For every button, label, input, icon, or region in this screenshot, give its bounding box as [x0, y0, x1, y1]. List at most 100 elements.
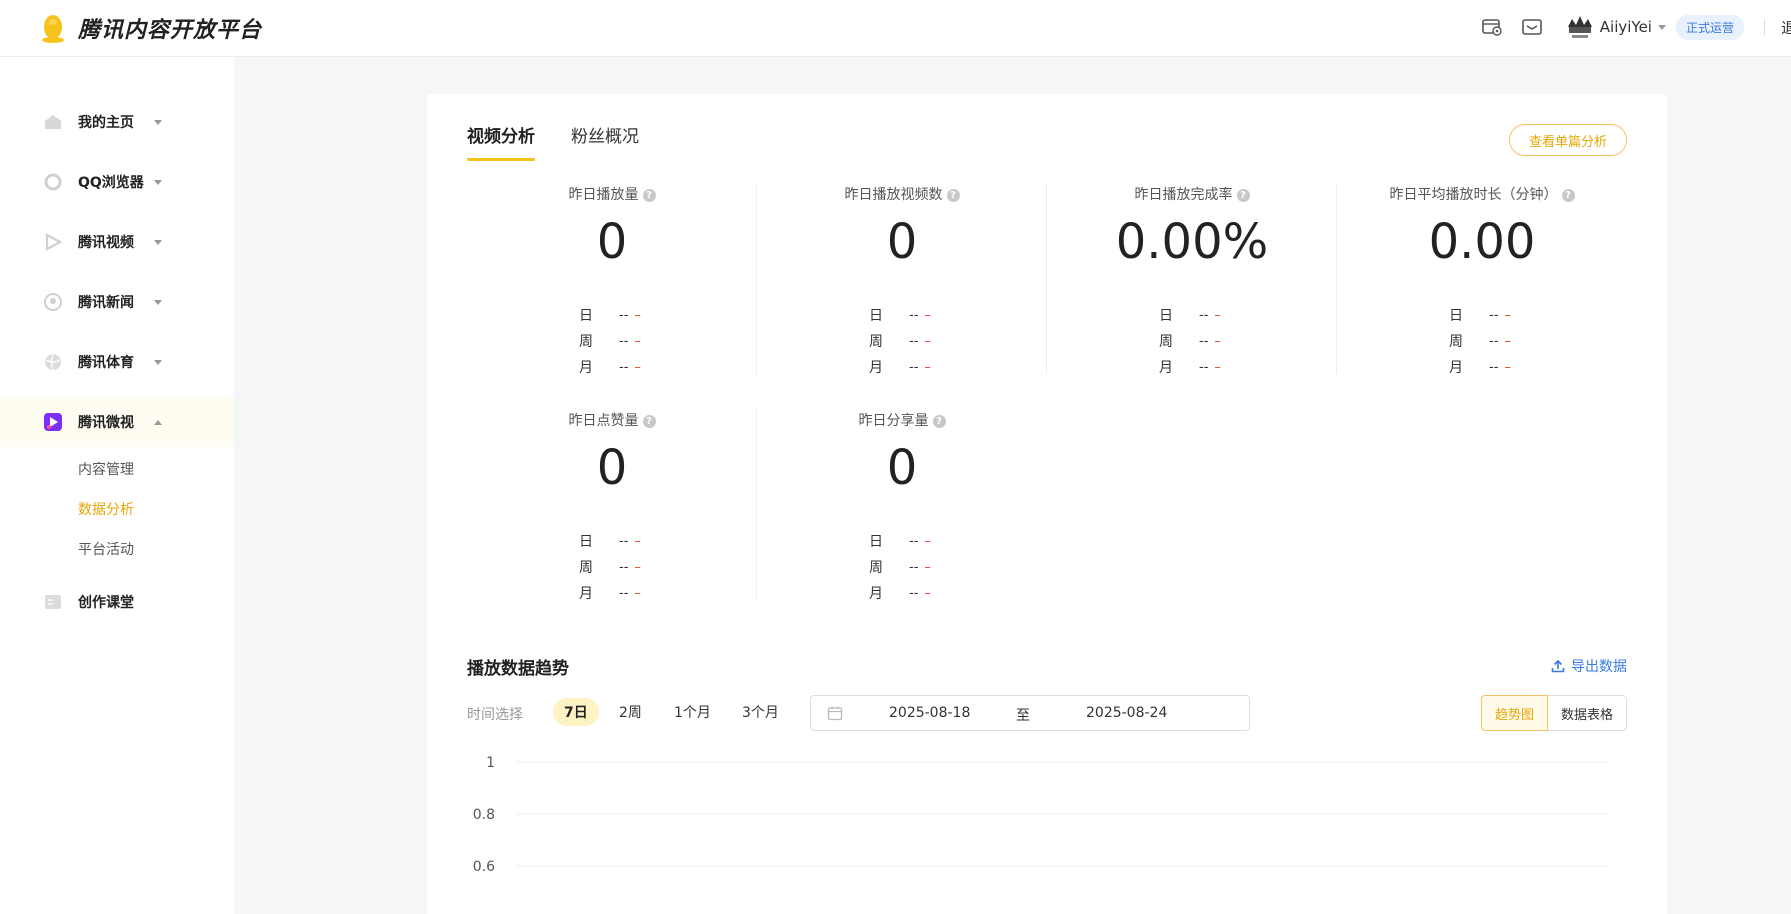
sidebar-item-home[interactable]: 我的主页 — [0, 97, 234, 147]
metric-label: 昨日播放完成率? — [1047, 184, 1337, 204]
header-actions: AiiyiYei 正式运营 退出 — [1480, 12, 1791, 42]
metric-label-text: 昨日播放视频数 — [844, 187, 943, 203]
upload-icon — [1551, 659, 1565, 673]
chevron-down-icon — [154, 299, 162, 305]
avatar[interactable] — [1564, 13, 1596, 41]
compare-period: 日 — [579, 534, 593, 550]
help-icon[interactable]: ? — [946, 188, 960, 202]
metric-compare-list: 日 -- – 周 -- – 月 -- – — [579, 528, 641, 606]
compare-value: -- — [1199, 359, 1209, 375]
range-3-months[interactable]: 3个月 — [731, 698, 790, 726]
sidebar-subitem-platform-activities[interactable]: 平台活动 — [78, 539, 134, 559]
trend-indicator: – — [634, 333, 641, 349]
sidebar-item-tencent-video[interactable]: 腾讯视频 — [0, 217, 234, 267]
compare-period: 月 — [869, 360, 883, 376]
metric-value: 0 — [886, 440, 918, 496]
export-data-link[interactable]: 导出数据 — [1551, 656, 1627, 676]
date-end-input[interactable]: 2025-08-24 — [1086, 705, 1167, 721]
compare-period: 日 — [869, 534, 883, 550]
trend-indicator: – — [634, 559, 641, 575]
metric-compare-row: 日 -- – — [869, 528, 931, 554]
metric-label-text: 昨日分享量 — [858, 413, 929, 429]
tab-fans-overview[interactable]: 粉丝概况 — [571, 122, 639, 161]
metric-compare-row: 日 -- – — [579, 302, 641, 328]
compare-value: -- — [619, 533, 629, 549]
compare-value: -- — [619, 585, 629, 601]
help-icon[interactable]: ? — [932, 414, 946, 428]
compare-value: -- — [619, 307, 629, 323]
trend-indicator: – — [1504, 333, 1511, 349]
metric-value: 0 — [886, 214, 918, 270]
chevron-down-icon — [154, 179, 162, 185]
range-1-month[interactable]: 1个月 — [663, 698, 722, 726]
compare-period: 日 — [1449, 308, 1463, 324]
single-analysis-button[interactable]: 查看单篇分析 — [1509, 124, 1627, 156]
metric-tile: 昨日播放完成率? 0.00% 日 -- – 周 -- – 月 -- – — [1047, 184, 1337, 376]
compare-period: 月 — [579, 586, 593, 602]
help-icon[interactable]: ? — [642, 414, 656, 428]
trend-indicator: – — [1504, 359, 1511, 375]
help-icon[interactable]: ? — [1236, 188, 1250, 202]
trend-indicator: – — [634, 307, 641, 323]
compare-value: -- — [619, 559, 629, 575]
classroom-icon — [45, 595, 61, 609]
metric-label-text: 昨日点赞量 — [568, 413, 639, 429]
metric-tile: 昨日平均播放时长（分钟）? 0.00 日 -- – 周 -- – 月 -- – — [1337, 184, 1627, 376]
analysis-card: 视频分析 粉丝概况 查看单篇分析 昨日播放量? 0 日 -- – 周 -- – 月 -- – 昨日播放… — [427, 94, 1667, 914]
sidebar: 我的主页 QQ浏览器 腾讯视频 腾讯新闻 腾讯体育 腾讯微视 内容管理 数据分析… — [0, 57, 234, 914]
home-icon — [45, 115, 61, 129]
sidebar-item-tencent-news[interactable]: 腾讯新闻 — [0, 277, 234, 327]
metric-compare-row: 周 -- – — [579, 554, 641, 580]
trend-indicator: – — [924, 307, 931, 323]
studio-icon[interactable] — [1480, 15, 1504, 39]
data-table-view-button[interactable]: 数据表格 — [1547, 695, 1627, 731]
help-icon[interactable]: ? — [1561, 188, 1575, 202]
metric-tile: 昨日点赞量? 0 日 -- – 周 -- – 月 -- – — [467, 410, 757, 602]
compare-value: -- — [1489, 333, 1499, 349]
compare-period: 月 — [1449, 360, 1463, 376]
chevron-down-icon[interactable] — [1657, 24, 1666, 30]
browser-icon — [44, 173, 62, 191]
compare-value: -- — [909, 307, 919, 323]
metric-compare-row: 周 -- – — [1159, 328, 1221, 354]
username[interactable]: AiiyiYei — [1600, 18, 1652, 36]
trend-indicator: – — [1214, 307, 1221, 323]
sidebar-item-tencent-sports[interactable]: 腾讯体育 — [0, 337, 234, 387]
sidebar-item-qq-browser[interactable]: QQ浏览器 — [0, 157, 234, 207]
trend-indicator: – — [634, 359, 641, 375]
help-icon[interactable]: ? — [642, 188, 656, 202]
metric-compare-row: 月 -- – — [869, 354, 931, 380]
compare-period: 周 — [579, 560, 593, 576]
range-2-weeks[interactable]: 2周 — [608, 698, 653, 726]
trend-indicator: – — [924, 559, 931, 575]
metric-compare-row: 月 -- – — [579, 354, 641, 380]
date-start-input[interactable]: 2025-08-18 — [889, 705, 970, 721]
mail-icon[interactable] — [1520, 15, 1544, 39]
date-range-picker[interactable]: 2025-08-18 至 2025-08-24 — [810, 695, 1250, 731]
sidebar-item-tencent-weishi[interactable]: 腾讯微视 — [0, 397, 234, 447]
metric-compare-row: 日 -- – — [1159, 302, 1221, 328]
metric-label-text: 昨日平均播放时长（分钟） — [1389, 187, 1558, 203]
metric-compare-row: 周 -- – — [579, 328, 641, 354]
sidebar-subitem-data-analysis[interactable]: 数据分析 — [78, 499, 134, 519]
chevron-down-icon — [154, 119, 162, 125]
metric-label-text: 昨日播放完成率 — [1134, 187, 1233, 203]
sidebar-item-creator-classroom[interactable]: 创作课堂 — [0, 577, 234, 627]
compare-period: 周 — [579, 334, 593, 350]
compare-period: 周 — [1159, 334, 1173, 350]
metric-compare-row: 周 -- – — [869, 554, 931, 580]
sidebar-item-label: 腾讯体育 — [78, 355, 134, 371]
logo[interactable]: 腾讯内容开放平台 — [40, 12, 262, 44]
tab-bar: 视频分析 粉丝概况 — [467, 122, 675, 161]
metric-label: 昨日点赞量? — [467, 410, 757, 430]
trend-chart-view-button[interactable]: 趋势图 — [1480, 695, 1548, 731]
range-7-days[interactable]: 7日 — [553, 698, 599, 726]
trend-indicator: – — [924, 533, 931, 549]
y-tick-label: 0.6 — [473, 859, 495, 875]
exit-link[interactable]: 退出 — [1781, 17, 1791, 38]
penguin-logo-icon — [42, 15, 64, 43]
tab-video-analysis[interactable]: 视频分析 — [467, 122, 535, 161]
compare-period: 日 — [869, 308, 883, 324]
metric-compare-row: 月 -- – — [869, 580, 931, 606]
sidebar-subitem-content-management[interactable]: 内容管理 — [78, 459, 134, 479]
